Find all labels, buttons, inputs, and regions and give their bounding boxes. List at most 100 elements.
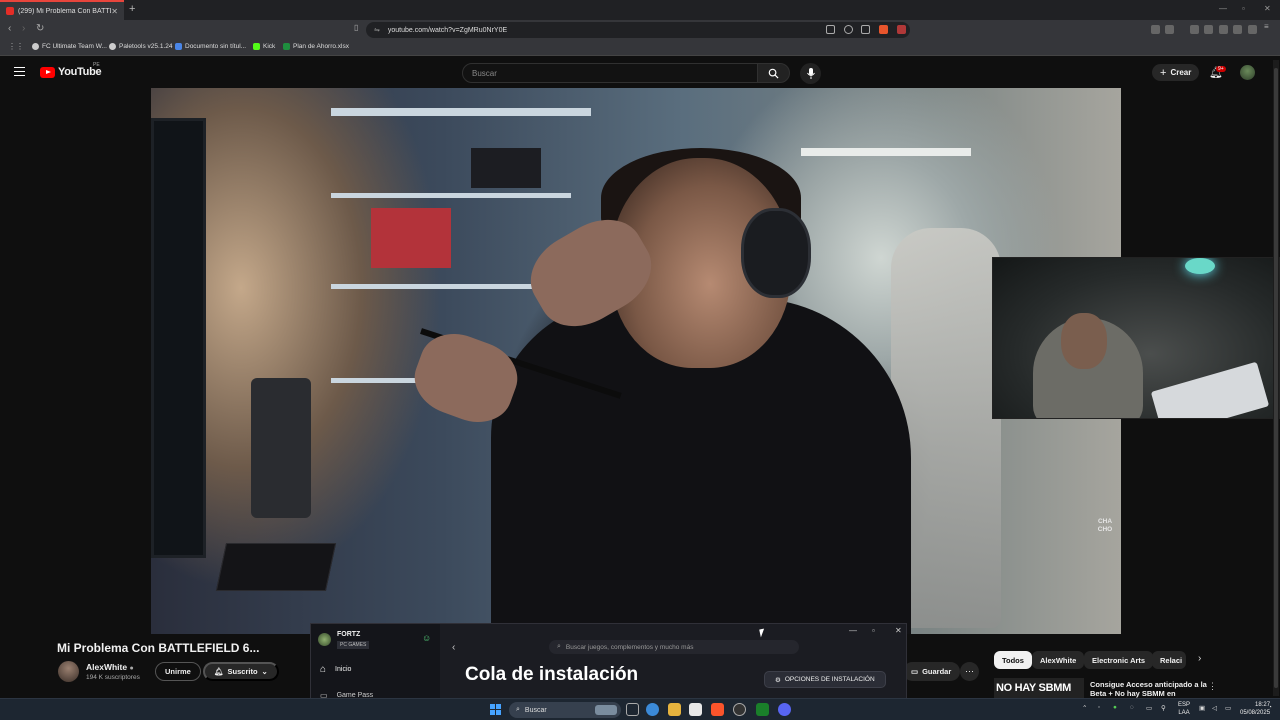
media-icon[interactable] bbox=[1190, 25, 1199, 34]
bookmark-item[interactable]: Paletools v25.1.24 bbox=[109, 43, 172, 50]
page-title: Cola de instalación bbox=[465, 664, 639, 685]
browser-tab[interactable]: (299) Mi Problema Con BATTL ✕ bbox=[0, 0, 124, 20]
more-actions-icon[interactable]: ⋯ bbox=[960, 662, 979, 681]
account-avatar[interactable] bbox=[1240, 65, 1255, 80]
chip-alexwhite[interactable]: AlexWhite bbox=[1032, 651, 1085, 669]
tray-app-icon[interactable]: ▭ bbox=[1146, 704, 1152, 712]
xbox-icon[interactable] bbox=[756, 703, 769, 716]
start-menu-icon[interactable] bbox=[490, 704, 501, 715]
keyboard bbox=[215, 543, 337, 591]
headphones bbox=[741, 208, 811, 298]
verified-icon: ● bbox=[129, 665, 134, 672]
cast-icon[interactable] bbox=[826, 25, 835, 34]
close-icon[interactable]: ✕ bbox=[895, 626, 902, 635]
steam-icon[interactable] bbox=[733, 703, 746, 716]
network-icon[interactable]: ▣ bbox=[1199, 704, 1205, 712]
recommended-title[interactable]: Consigue Acceso anticipado a la Beta + N… bbox=[1090, 680, 1208, 698]
reload-icon[interactable]: ↻ bbox=[36, 23, 44, 34]
youtube-logo[interactable]: YouTube PE bbox=[40, 62, 102, 78]
create-button[interactable]: + Crear bbox=[1152, 64, 1200, 81]
extension-icon[interactable] bbox=[1165, 25, 1174, 34]
bell-icon: 🔔︎ bbox=[214, 667, 224, 676]
ea-search-input[interactable]: ⌕ Buscar juegos, complementos y mucho má… bbox=[549, 640, 799, 654]
task-view-icon[interactable] bbox=[626, 703, 639, 716]
tray-app-icon[interactable]: ◦ bbox=[1098, 704, 1100, 711]
save-icon: ▭ bbox=[911, 667, 919, 676]
leo-icon[interactable] bbox=[1233, 25, 1242, 34]
discord-icon[interactable] bbox=[778, 703, 791, 716]
recommended-thumbnail[interactable]: NO HAY SBMM bbox=[994, 678, 1084, 698]
chevron-right-icon[interactable]: › bbox=[1198, 653, 1201, 664]
rewards-icon[interactable] bbox=[897, 25, 906, 34]
maximize-icon[interactable]: ▫ bbox=[1242, 4, 1245, 13]
platform-badge: PC GAMES bbox=[337, 641, 370, 649]
channel-avatar[interactable] bbox=[58, 661, 79, 682]
back-icon[interactable]: ‹ bbox=[8, 23, 11, 34]
forward-icon[interactable]: › bbox=[22, 23, 25, 34]
bookmark-icon[interactable]: ▯ bbox=[354, 23, 358, 32]
file-explorer-icon[interactable] bbox=[668, 703, 681, 716]
tray-app-icon[interactable]: ◌ bbox=[1130, 704, 1134, 711]
url-text: youtube.com/watch?v=ZgMRu0NrY0E bbox=[387, 26, 508, 34]
minimize-icon[interactable]: — bbox=[849, 626, 857, 635]
search-icon bbox=[768, 68, 779, 79]
tray-overflow-icon[interactable]: ⌃ bbox=[1082, 704, 1087, 712]
bookmark-item[interactable]: Plan de Ahorro.xlsx bbox=[283, 43, 349, 50]
notification-center-icon[interactable]: ◔ bbox=[1268, 704, 1272, 711]
copilot-icon[interactable] bbox=[646, 703, 659, 716]
youtube-header: YouTube PE Buscar + Crear 🔔︎ bbox=[0, 56, 1280, 88]
nav-home[interactable]: ⌂ Inicio bbox=[320, 664, 351, 675]
microphone-icon bbox=[806, 68, 815, 79]
tray-app-icon[interactable]: ● bbox=[1113, 704, 1117, 711]
menu-icon[interactable]: ≡ bbox=[1264, 22, 1273, 31]
bookmark-item[interactable]: FC Ultimate Team W... bbox=[32, 43, 107, 50]
vpn-icon[interactable] bbox=[1248, 25, 1257, 34]
taskbar-search[interactable]: ⌕ Buscar bbox=[509, 702, 621, 718]
install-options-button[interactable]: ⚙︎ OPCIONES DE INSTALACIÓN bbox=[764, 671, 886, 688]
bookmark-item[interactable]: Kick bbox=[253, 43, 275, 50]
zoom-icon[interactable] bbox=[844, 25, 853, 34]
search-input[interactable]: Buscar bbox=[462, 63, 758, 83]
site-info-icon[interactable]: ⇋ bbox=[374, 26, 380, 34]
tumbler-cup bbox=[251, 378, 311, 518]
battery-icon[interactable]: ▭ bbox=[1225, 704, 1231, 712]
volume-icon[interactable]: ◁ bbox=[1212, 704, 1217, 712]
brave-icon[interactable] bbox=[711, 703, 724, 716]
hamburger-menu-icon[interactable] bbox=[14, 67, 25, 76]
user-avatar[interactable] bbox=[318, 633, 331, 646]
username: FORTZ bbox=[337, 631, 361, 638]
bookmark-item[interactable]: Documento sin títul... bbox=[175, 43, 246, 50]
wallet-icon[interactable] bbox=[1219, 25, 1228, 34]
extension-icon[interactable] bbox=[1151, 25, 1160, 34]
shelf bbox=[331, 193, 571, 198]
close-tab-icon[interactable]: ✕ bbox=[111, 7, 118, 16]
join-button[interactable]: Unirme bbox=[155, 662, 201, 681]
voice-search-button[interactable] bbox=[800, 63, 821, 84]
webcam-overlay bbox=[992, 257, 1280, 419]
search-button[interactable] bbox=[757, 63, 790, 83]
maximize-icon[interactable]: ▫ bbox=[872, 626, 875, 635]
new-tab-icon[interactable]: + bbox=[129, 3, 135, 15]
chip-electronic-arts[interactable]: Electronic Arts bbox=[1084, 651, 1154, 669]
save-label: Guardar bbox=[922, 667, 952, 676]
subscribed-button[interactable]: 🔔︎ Suscrito ⌄ bbox=[203, 662, 279, 681]
brave-shield-icon[interactable] bbox=[879, 25, 888, 34]
page-scrollbar[interactable] bbox=[1273, 60, 1279, 696]
clock[interactable]: 18:27 05/08/2025 bbox=[1240, 701, 1270, 717]
chip-all[interactable]: Todos bbox=[994, 651, 1032, 669]
save-button[interactable]: ▭ Guardar bbox=[903, 662, 961, 681]
apps-grid-icon[interactable]: ⋮⋮ bbox=[8, 42, 24, 51]
channel-name[interactable]: AlexWhite ● bbox=[86, 662, 134, 672]
back-arrow-icon[interactable]: ‹ bbox=[452, 642, 455, 653]
minimize-icon[interactable]: — bbox=[1219, 4, 1227, 13]
more-options-icon[interactable]: ⋮ bbox=[1208, 681, 1217, 692]
share-icon[interactable] bbox=[861, 25, 870, 34]
tray-app-icon[interactable]: ⚲ bbox=[1161, 704, 1166, 712]
friends-icon[interactable]: ☺ bbox=[422, 633, 431, 643]
close-window-icon[interactable]: ✕ bbox=[1264, 4, 1271, 13]
store-icon[interactable] bbox=[689, 703, 702, 716]
video-player[interactable] bbox=[151, 88, 1121, 634]
language-indicator[interactable]: ESP LAA bbox=[1178, 701, 1190, 717]
sidebar-icon[interactable] bbox=[1204, 25, 1213, 34]
chip-related[interactable]: Relaci bbox=[1152, 651, 1186, 669]
